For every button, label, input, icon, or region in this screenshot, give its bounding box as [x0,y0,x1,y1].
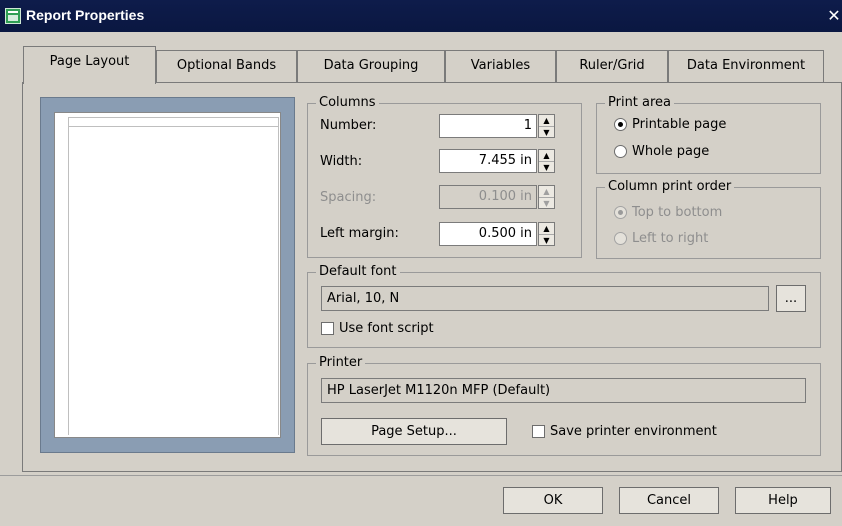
spin-down-icon[interactable]: ▼ [539,235,554,246]
close-icon[interactable]: ✕ [826,8,842,24]
spin-up-icon[interactable]: ▲ [539,150,554,162]
spin-up-icon[interactable]: ▲ [539,115,554,127]
spin-down-icon[interactable]: ▼ [539,127,554,138]
whole-page-radio[interactable] [614,145,627,158]
printable-page-label[interactable]: Printable page [632,117,726,132]
save-printer-environment-label[interactable]: Save printer environment [550,424,717,439]
tab-data-grouping[interactable]: Data Grouping [297,50,445,82]
number-spinner[interactable]: ▲ ▼ [538,114,555,138]
whole-page-label[interactable]: Whole page [632,144,709,159]
printer-legend: Printer [316,355,366,370]
width-label: Width: [320,154,363,169]
tab-variables[interactable]: Variables [445,50,556,82]
use-font-script-checkbox[interactable] [321,322,334,335]
font-browse-button[interactable]: ... [776,285,806,312]
spacing-label: Spacing: [320,190,377,205]
tab-data-environment[interactable]: Data Environment [668,50,824,82]
number-label: Number: [320,118,377,133]
window-title: Report Properties [26,7,145,23]
page-preview [54,112,281,438]
tab-page-layout[interactable]: Page Layout [23,46,156,84]
column-print-order-legend: Column print order [605,179,735,194]
title-bar[interactable]: Report Properties ✕ [0,0,842,32]
spin-down-icon: ▼ [543,199,550,208]
default-font-field: Arial, 10, N [321,286,769,311]
spacing-input: 0.100 in [439,185,537,209]
left-to-right-label: Left to right [632,231,709,246]
printable-page-radio[interactable] [614,118,627,131]
preview-band [69,117,278,127]
width-input[interactable]: 7.455 in [439,149,537,173]
left-margin-spinner[interactable]: ▲ ▼ [538,222,555,246]
width-spinner[interactable]: ▲ ▼ [538,149,555,173]
spacing-spinner: ▲ ▼ [538,185,555,209]
top-to-bottom-radio [614,206,627,219]
printer-name-field: HP LaserJet M1120n MFP (Default) [321,378,806,403]
print-area-legend: Print area [605,95,675,110]
default-font-legend: Default font [316,264,400,279]
left-margin-input[interactable]: 0.500 in [439,222,537,246]
preview-margin-right [278,117,279,435]
spin-up-icon[interactable]: ▲ [539,223,554,235]
footer-divider [0,475,842,476]
spin-down-icon[interactable]: ▼ [539,162,554,173]
print-area-group: Print area [596,95,821,174]
left-to-right-radio [614,232,627,245]
use-font-script-label[interactable]: Use font script [339,321,434,336]
page-setup-button[interactable]: Page Setup... [321,418,507,445]
left-margin-label: Left margin: [320,226,399,241]
app-icon [5,8,21,24]
tab-ruler-grid[interactable]: Ruler/Grid [556,50,668,82]
column-print-order-group: Column print order [596,179,821,259]
help-button[interactable]: Help [735,487,831,514]
preview-margin-left [68,117,69,435]
cancel-button[interactable]: Cancel [619,487,719,514]
tab-optional-bands[interactable]: Optional Bands [156,50,297,82]
save-printer-environment-checkbox[interactable] [532,425,545,438]
columns-legend: Columns [316,95,379,110]
ok-button[interactable]: OK [503,487,603,514]
top-to-bottom-label: Top to bottom [632,205,723,220]
spin-up-icon: ▲ [539,186,554,198]
number-input[interactable]: 1 [439,114,537,138]
